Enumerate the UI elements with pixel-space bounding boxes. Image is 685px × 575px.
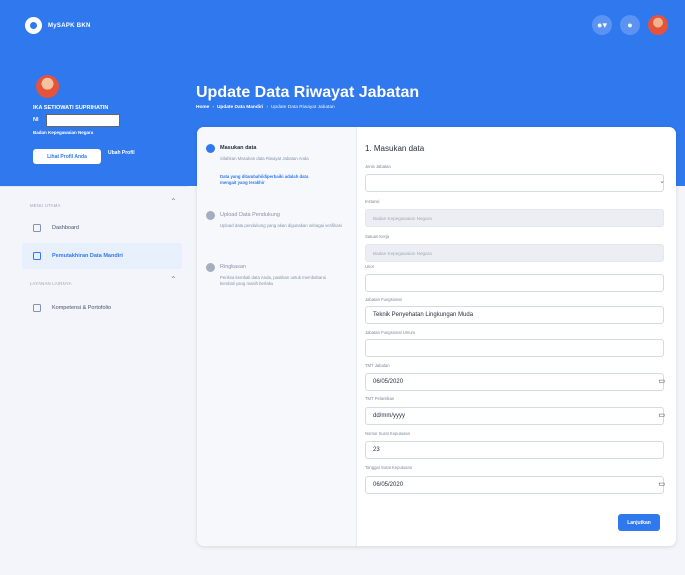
inactive-step-icon: [206, 211, 215, 220]
sidebar-item-label: Dashboard: [52, 225, 79, 231]
breadcrumb-separator: ›: [266, 105, 268, 110]
field-label: Jabatan Fungsional Umum: [365, 330, 416, 335]
job-type-select[interactable]: [365, 174, 664, 192]
form-title: 1. Masukan data: [365, 144, 425, 153]
field-label: Jabatan Fungsional: [365, 297, 402, 302]
step-description: Silahkan Masukan data Riwayat Jabatan An…: [220, 156, 309, 161]
chevron-down-icon[interactable]: ⌄: [659, 178, 665, 185]
profile-avatar: [36, 75, 59, 98]
field-label: Nomor Surat Keputusan: [365, 431, 410, 436]
work-unit-field: Badan Kepegawaian Negara: [365, 244, 664, 262]
chevron-up-icon[interactable]: ⌃: [170, 276, 177, 284]
sidebar-section-other: LAYANAN LAINNYA: [30, 281, 72, 286]
sidebar: IKA SETIOWATI SUPRIHATIN NI Badan Kepega…: [0, 0, 188, 575]
toggle-icon[interactable]: ●▾: [592, 15, 612, 35]
chevron-up-icon[interactable]: ⌃: [170, 198, 177, 206]
view-profile-button[interactable]: Lihat Profil Anda: [33, 149, 101, 164]
calendar-icon[interactable]: ▭: [658, 481, 665, 488]
user-avatar[interactable]: [648, 15, 668, 35]
inactive-step-icon: [206, 263, 215, 272]
sidebar-divider: [0, 186, 188, 187]
field-label: Unor: [365, 264, 375, 269]
profile-nip: NI: [33, 117, 39, 123]
profile-name: IKA SETIOWATI SUPRIHATIN: [33, 105, 109, 111]
continue-button[interactable]: Lanjutkan: [618, 514, 660, 531]
breadcrumb-home[interactable]: Home: [196, 105, 209, 110]
portfolio-icon: [33, 304, 41, 312]
notification-icon[interactable]: ●: [620, 15, 640, 35]
field-label: Satuan Kerja: [365, 234, 390, 239]
edit-profile-link[interactable]: Ubah Profil: [108, 150, 135, 156]
step-title: Masukan data: [220, 145, 257, 151]
unor-field[interactable]: [365, 274, 664, 292]
decree-date-input[interactable]: 06/05/2020: [365, 476, 664, 494]
active-step-icon: [206, 144, 215, 153]
nip-redaction: [46, 114, 120, 127]
breadcrumb-separator: ›: [212, 105, 214, 110]
stepper: Masukan data Silahkan Masukan data Riway…: [197, 127, 357, 546]
field-label: Jenis Jabatan: [365, 164, 391, 169]
step-note: Data yang ditambahi/diperbaiki adalah da…: [220, 174, 309, 186]
calendar-icon[interactable]: ▭: [658, 412, 665, 419]
top-actions: ●▾ ●: [592, 15, 668, 35]
sidebar-item-label: Kompetensi & Portofolio: [52, 305, 112, 311]
tmt-pelantikan-date-input[interactable]: dd/mm/yyyy: [365, 407, 664, 425]
profile-agency: Badan Kepegawaian Negara: [33, 130, 94, 135]
calendar-icon[interactable]: ▭: [658, 378, 665, 385]
step-description: Periksa kembali data Anda, pastikan untu…: [220, 275, 327, 287]
field-label: TMT Jabatan: [365, 363, 390, 368]
breadcrumb-current: Update Data Riwayat Jabatan: [270, 105, 335, 110]
breadcrumb-update[interactable]: Update Data Mandiri: [217, 105, 263, 110]
sidebar-section-main: MENU UTAMA: [30, 203, 61, 208]
field-label: TMT Pelantikan: [365, 396, 395, 401]
functional-position-field[interactable]: Teknik Penyehatan Lingkungan Muda: [365, 306, 664, 324]
data-form: 1. Masukan data Jenis Jabatan ⌄ Instansi…: [365, 127, 672, 546]
sidebar-item-dashboard[interactable]: Dashboard: [22, 215, 182, 241]
sidebar-item-competency[interactable]: Kompetensi & Portofolio: [22, 295, 182, 321]
step-title: Upload Data Pendukung: [220, 212, 280, 218]
dashboard-icon: [33, 224, 41, 232]
page-title: Update Data Riwayat Jabatan: [196, 84, 420, 101]
data-update-icon: [33, 252, 41, 260]
breadcrumb: Home › Update Data Mandiri › Update Data R…: [196, 105, 335, 110]
general-position-field[interactable]: [365, 339, 664, 357]
decree-number-field[interactable]: 23: [365, 441, 664, 459]
field-label: Tanggal Surat Keputusan: [365, 465, 413, 470]
step-description: Upload data pendukung yang akan digunaka…: [220, 223, 342, 228]
field-label: Instansi: [365, 199, 380, 204]
agency-field: Badan Kepegawaian Negara: [365, 209, 664, 227]
sidebar-item-data-update[interactable]: Pemutakhiran Data Mandiri: [22, 243, 182, 269]
sidebar-item-label: Pemutakhiran Data Mandiri: [52, 253, 123, 259]
step-title: Ringkasan: [220, 264, 246, 270]
form-card: Masukan data Silahkan Masukan data Riway…: [197, 127, 676, 546]
tmt-jabatan-date-input[interactable]: 06/05/2020: [365, 373, 664, 391]
